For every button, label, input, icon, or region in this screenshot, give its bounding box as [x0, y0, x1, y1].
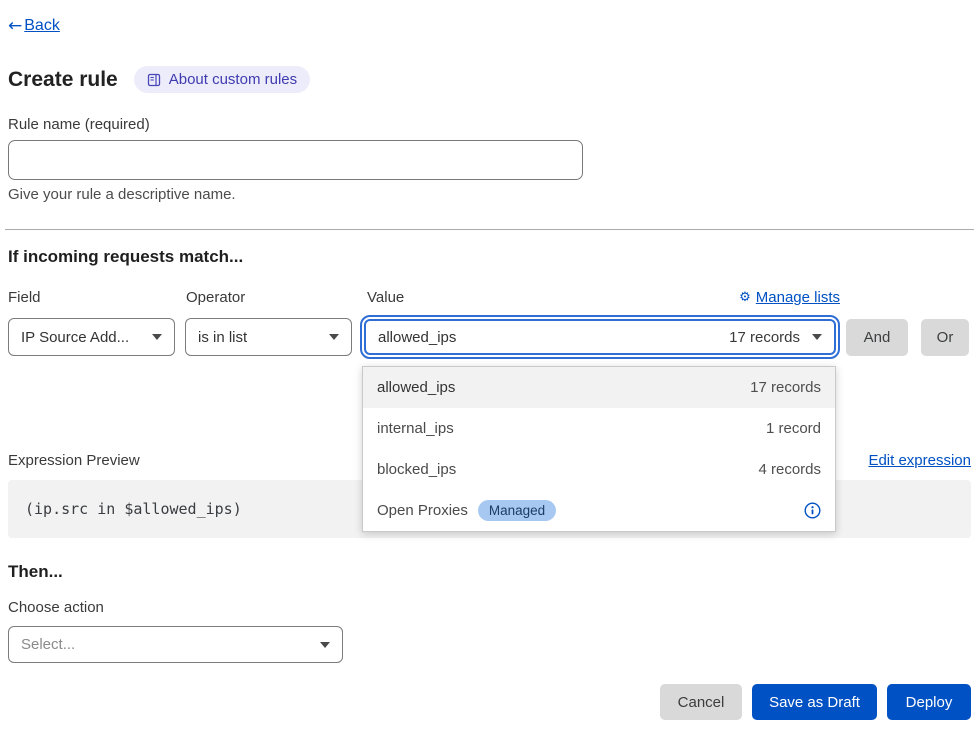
chevron-down-icon	[152, 334, 162, 340]
dropdown-option-blocked-ips[interactable]: blocked_ips 4 records	[363, 449, 835, 490]
manage-lists-link[interactable]: ⚙ Manage lists	[739, 289, 840, 306]
about-custom-rules-link[interactable]: About custom rules	[134, 66, 310, 93]
value-label: Value	[367, 289, 404, 306]
back-arrow-icon: ←	[8, 16, 22, 36]
back-link-label: Back	[24, 17, 60, 35]
list-record-count: 17 records	[750, 379, 821, 396]
save-as-draft-button[interactable]: Save as Draft	[752, 684, 877, 720]
book-icon	[147, 73, 161, 87]
title-row: Create rule About custom rules	[8, 66, 310, 93]
value-dropdown-panel: allowed_ips 17 records internal_ips 1 re…	[362, 366, 836, 532]
cancel-button[interactable]: Cancel	[660, 684, 742, 720]
list-record-count: 1 record	[766, 420, 821, 437]
operator-select[interactable]: is in list	[185, 318, 352, 356]
operator-label: Operator	[186, 289, 245, 306]
chevron-down-icon	[329, 334, 339, 340]
create-rule-page: ← Back Create rule About custom rules Ru…	[0, 0, 979, 739]
deploy-button[interactable]: Deploy	[887, 684, 971, 720]
expression-preview-label: Expression Preview	[8, 452, 140, 469]
value-select-record-count: 17 records	[729, 329, 800, 346]
action-select[interactable]: Select...	[8, 626, 343, 663]
manage-lists-label: Manage lists	[756, 289, 840, 306]
choose-action-label: Choose action	[8, 599, 104, 616]
list-name: allowed_ips	[377, 379, 455, 396]
field-select-value: IP Source Add...	[21, 329, 129, 346]
operator-select-value: is in list	[198, 329, 247, 346]
and-button[interactable]: And	[846, 319, 908, 356]
edit-expression-link[interactable]: Edit expression	[868, 452, 971, 469]
expression-code: (ip.src in $allowed_ips)	[25, 500, 242, 518]
list-name: Open Proxies	[377, 502, 468, 519]
action-select-placeholder: Select...	[21, 636, 75, 653]
section-divider	[5, 229, 974, 230]
value-select-value: allowed_ips	[378, 329, 456, 346]
dropdown-option-open-proxies[interactable]: Open Proxies Managed	[363, 490, 835, 531]
list-record-count: 4 records	[758, 461, 821, 478]
rule-name-help-text: Give your rule a descriptive name.	[8, 186, 236, 203]
rule-name-input[interactable]	[8, 140, 583, 180]
rule-name-label: Rule name (required)	[8, 116, 150, 133]
gear-icon: ⚙	[739, 291, 751, 304]
chevron-down-icon	[812, 334, 822, 340]
chevron-down-icon	[320, 642, 330, 648]
dropdown-option-allowed-ips[interactable]: allowed_ips 17 records	[363, 367, 835, 408]
match-section-heading: If incoming requests match...	[8, 247, 243, 267]
page-title: Create rule	[8, 68, 118, 92]
managed-badge: Managed	[478, 500, 556, 521]
field-label: Field	[8, 289, 41, 306]
info-icon[interactable]	[804, 502, 821, 519]
then-section-heading: Then...	[8, 562, 63, 582]
value-select[interactable]: allowed_ips 17 records	[364, 319, 836, 355]
list-name: internal_ips	[377, 420, 454, 437]
dropdown-option-internal-ips[interactable]: internal_ips 1 record	[363, 408, 835, 449]
back-link[interactable]: ← Back	[8, 16, 60, 36]
field-select[interactable]: IP Source Add...	[8, 318, 175, 356]
about-badge-label: About custom rules	[169, 71, 297, 88]
list-name: blocked_ips	[377, 461, 456, 478]
or-button[interactable]: Or	[921, 319, 969, 356]
